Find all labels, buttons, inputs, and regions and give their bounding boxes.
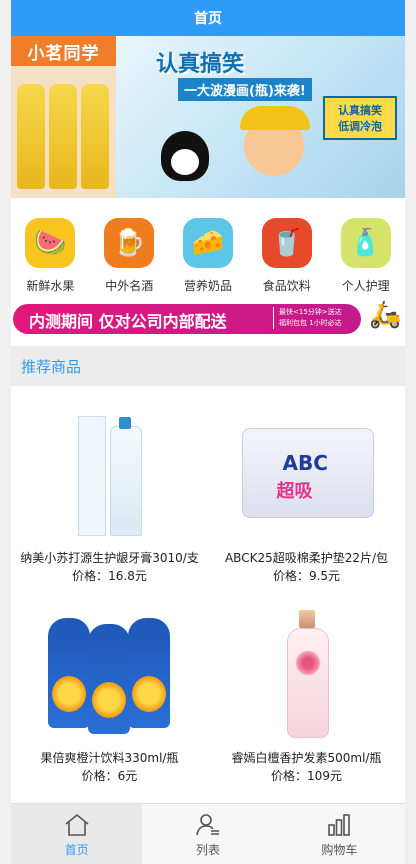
conditioner-bottle: [286, 610, 329, 738]
product-card[interactable]: 睿嫣白檀香护发素500ml/瓶 价格：109元: [208, 586, 405, 786]
delivery-notice-subtext: 最快<15分钟>送达 福利包包 1小时必达: [273, 307, 342, 329]
section-title: 推荐商品: [21, 357, 82, 376]
category-item[interactable]: 🧴 个人护理: [326, 218, 405, 296]
product-price: 价格：9.5元: [272, 569, 341, 583]
tab-list[interactable]: 列表: [142, 804, 273, 864]
tab-cart[interactable]: 购物车: [274, 804, 405, 864]
juice-image: [40, 608, 180, 738]
toothpaste-tube: [109, 417, 142, 536]
conditioner-image: [237, 608, 377, 738]
pads-brand: ABC: [282, 451, 328, 475]
banner-right-panel: 认真搞笑 一大波漫画(瓶)来袭! 认真搞笑 低调冷泡: [116, 36, 405, 198]
product-price: 价格：109元: [271, 769, 342, 783]
product-card[interactable]: 果倍爽橙汁饮料330ml/瓶 价格：6元: [11, 586, 208, 786]
home-icon: [65, 813, 89, 836]
product-name: 纳美小苏打源生护龈牙膏3010/支: [20, 551, 199, 565]
tab-label: 购物车: [321, 842, 358, 857]
user-list-icon: [196, 813, 219, 835]
delivery-notice-banner[interactable]: 内测期间 仅对公司内部配送 最快<15分钟>送达 福利包包 1小时必达 🛵: [11, 296, 405, 346]
category-label: 新鲜水果: [26, 279, 75, 293]
category-item[interactable]: 🧀 营养奶品: [169, 218, 248, 296]
category-item[interactable]: 🥤 食品饮料: [247, 218, 326, 296]
delivery-notice-subline: 最快<15分钟>送达: [279, 308, 342, 316]
category-item[interactable]: 🍺 中外名酒: [90, 218, 169, 296]
tab-home[interactable]: 首页: [11, 804, 143, 864]
category-label: 中外名酒: [105, 279, 154, 293]
cheese-icon: 🧀: [182, 218, 233, 268]
toothpaste-box: [77, 416, 106, 536]
delivery-notice-subline: 福利包包 1小时必达: [279, 319, 342, 327]
product-price: 价格：16.8元: [72, 569, 147, 583]
banner-subheadline: 一大波漫画(瓶)来袭!: [178, 78, 312, 101]
pads-image: ABC 超吸: [237, 408, 377, 538]
product-name: 睿嫣白檀香护发素500ml/瓶: [231, 751, 382, 765]
cartoon-boy-cap: [240, 106, 310, 130]
bottom-tab-bar: 首页 列表 购物车: [11, 803, 405, 864]
conditioner-cap: [298, 610, 315, 628]
bar-chart-icon: [328, 813, 351, 836]
toiletries-icon: 🧴: [340, 218, 391, 268]
category-label: 个人护理: [341, 279, 390, 293]
category-row: 🍉 新鲜水果 🍺 中外名酒 🧀 营养奶品 🥤 食品饮料 🧴 个人护理: [11, 198, 405, 296]
drink-bottle-image: [81, 84, 109, 189]
delivery-notice-text: 内测期间 仅对公司内部配送: [29, 312, 227, 331]
banner-left-panel: 小茗同学: [11, 36, 116, 198]
flower-decoration: [294, 650, 321, 676]
banner-brand: 小茗同学: [11, 36, 116, 66]
delivery-rider-icon: 🛵: [369, 300, 402, 330]
app-screen: 首页 小茗同学 认真搞笑 一大波漫画(瓶)来袭! 认真搞笑 低调冷泡 🍉 新鲜水果…: [11, 0, 405, 864]
pads-package: ABC 超吸: [241, 428, 374, 518]
promo-banner[interactable]: 小茗同学 认真搞笑 一大波漫画(瓶)来袭! 认真搞笑 低调冷泡: [11, 36, 405, 198]
juice-pouch: [87, 624, 130, 734]
category-label: 食品饮料: [262, 279, 311, 293]
product-name: 果倍爽橙汁饮料330ml/瓶: [40, 751, 179, 765]
product-grid: 纳美小苏打源生护龈牙膏3010/支 价格：16.8元 ABC 超吸 ABCK25…: [11, 386, 405, 786]
drink-bottle-image: [17, 84, 45, 189]
page-title: 首页: [194, 11, 222, 27]
juice-pouch: [127, 618, 170, 728]
category-label: 营养奶品: [183, 279, 232, 293]
penguin-mascot-image: [161, 131, 209, 181]
watermelon-icon: 🍉: [25, 218, 76, 268]
banner-headline: 认真搞笑: [156, 52, 245, 77]
recommended-section-header: 推荐商品: [11, 346, 405, 386]
toothpaste-image: [40, 408, 180, 538]
juice-pouch: [47, 618, 90, 728]
product-card[interactable]: ABC 超吸 ABCK25超吸棉柔护垫22片/包 价格：9.5元: [208, 386, 405, 586]
banner-tag-line: 低调冷泡: [338, 120, 382, 133]
top-bar: 首页: [11, 0, 405, 36]
drink-bottle-image: [49, 84, 77, 189]
banner-tag: 认真搞笑 低调冷泡: [323, 96, 397, 140]
product-card[interactable]: 纳美小苏打源生护龈牙膏3010/支 价格：16.8元: [11, 386, 208, 586]
tab-label: 列表: [195, 842, 220, 857]
product-name: ABCK25超吸棉柔护垫22片/包: [224, 551, 389, 565]
banner-tag-line: 认真搞笑: [338, 104, 382, 117]
pads-label: 超吸: [276, 481, 313, 502]
drink-icon: 🥤: [261, 218, 312, 268]
beer-icon: 🍺: [104, 218, 155, 268]
conditioner-body: [286, 628, 329, 738]
category-item[interactable]: 🍉 新鲜水果: [11, 218, 90, 296]
tab-label: 首页: [64, 842, 89, 857]
product-price: 价格：6元: [81, 769, 138, 783]
